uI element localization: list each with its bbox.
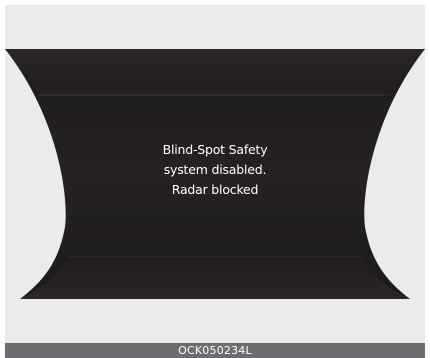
warning-message: Blind-Spot Safety system disabled. Radar… [65,140,365,200]
screen-top-band [5,49,425,95]
warning-message-line-1: Blind-Spot Safety [162,142,268,157]
illustration-figure: Blind-Spot Safety system disabled. Radar… [0,0,430,358]
figure-code: OCK050234L [178,344,252,357]
figure-code-bar: OCK050234L [5,343,425,358]
illustration-panel: Blind-Spot Safety system disabled. Radar… [5,5,425,343]
screen-bottom-band [20,257,410,299]
warning-message-line-2: system disabled. [163,162,267,177]
warning-message-line-3: Radar blocked [171,182,259,197]
